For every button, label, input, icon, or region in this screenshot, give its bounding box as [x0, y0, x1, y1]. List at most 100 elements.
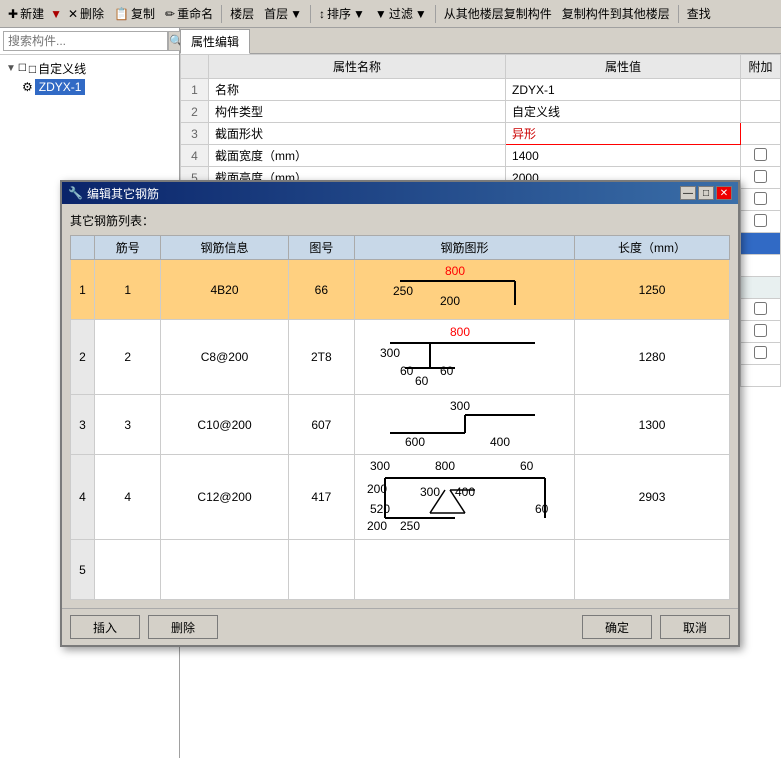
dialog-title-area: 🔧 编辑其它钢筋: [68, 185, 159, 202]
copy-button[interactable]: 📋 复制: [110, 3, 159, 24]
svg-text:60: 60: [415, 374, 429, 388]
row-attach[interactable]: [741, 189, 781, 211]
dialog-footer-right: 确定 取消: [582, 615, 730, 639]
find-button[interactable]: 查找: [683, 3, 715, 24]
rebar-table-row[interactable]: 33C10@200607 300 600 400 1300: [71, 395, 730, 455]
row-attach[interactable]: [741, 343, 781, 365]
row-attach: [741, 277, 781, 299]
row-num: 3: [181, 123, 209, 145]
insert-button[interactable]: 插入: [70, 615, 140, 639]
row-prop-name: 截面宽度（mm）: [209, 145, 506, 167]
row-attach[interactable]: [741, 211, 781, 233]
tree-node-zdyx1[interactable]: ⚙ ZDYX-1: [20, 78, 175, 96]
attach-checkbox[interactable]: [754, 192, 767, 205]
dialog-body: 其它钢筋列表： 筋号 钢筋信息 图号 钢筋图形 长度（mm） 114B2066 …: [62, 204, 738, 608]
row-prop-value: 1400: [506, 145, 741, 167]
dropdown-icon: ▼: [290, 7, 302, 21]
rebar-info[interactable]: 4B20: [161, 260, 288, 320]
attach-checkbox[interactable]: [754, 170, 767, 183]
svg-text:300: 300: [450, 399, 470, 413]
copy-from-floor-button[interactable]: 从其他楼层复制构件: [440, 3, 556, 24]
copy-icon: 📋: [114, 7, 129, 21]
delete-icon: ✕: [68, 7, 78, 21]
svg-text:200: 200: [440, 294, 460, 308]
tree-expand-icon: ▼: [6, 63, 16, 74]
search-input[interactable]: [3, 31, 168, 51]
main-toolbar: ✚ 新建 ▼ ✕ 删除 📋 复制 ✏ 重命名 楼层 首层 ▼ ↕ 排序 ▼ ▼ …: [0, 0, 781, 28]
sep2: [221, 5, 222, 23]
rebar-bar-no: 2: [95, 320, 161, 395]
rebar-table-row[interactable]: 44C12@200417 300 800 60 200 300 400 520 …: [71, 455, 730, 540]
row-attach[interactable]: [741, 321, 781, 343]
rebar-bar-no: 1: [95, 260, 161, 320]
delete-button-dlg[interactable]: 删除: [148, 615, 218, 639]
ok-button[interactable]: 确定: [582, 615, 652, 639]
rebar-shape-no: 2T8: [288, 320, 354, 395]
dialog-close-button[interactable]: ✕: [716, 186, 732, 200]
rebar-col-num: [71, 236, 95, 260]
row-attach[interactable]: [741, 167, 781, 189]
floor-button[interactable]: 楼层: [226, 3, 258, 24]
row-attach: [741, 255, 781, 277]
table-row: 3截面形状异形: [181, 123, 781, 145]
rebar-shape: 800 300 60 60 60: [355, 320, 575, 395]
filter-button[interactable]: ▼ 过滤 ▼: [371, 3, 431, 24]
rebar-col-length: 长度（mm）: [575, 236, 730, 260]
row-num: 4: [181, 145, 209, 167]
rebar-info[interactable]: C12@200: [161, 455, 288, 540]
dialog-minimize-button[interactable]: —: [680, 186, 696, 200]
rebar-table-row[interactable]: 22C8@2002T8 800 300 60 60 60 1280: [71, 320, 730, 395]
rebar-length: 2903: [575, 455, 730, 540]
rebar-row-num: 2: [71, 320, 95, 395]
rename-icon: ✏: [165, 7, 175, 21]
copy-to-floor-button[interactable]: 复制构件到其他楼层: [558, 3, 674, 24]
sort-icon: ↕: [319, 7, 325, 21]
dialog-maximize-button[interactable]: □: [698, 186, 714, 200]
rebar-length: 1280: [575, 320, 730, 395]
rebar-row-num: 5: [71, 540, 95, 600]
filter-dropdown-icon: ▼: [415, 7, 427, 21]
cancel-button[interactable]: 取消: [660, 615, 730, 639]
tree-leaf-icon: ⚙: [22, 80, 33, 94]
dialog-controls: — □ ✕: [680, 186, 732, 200]
table-row: 4截面宽度（mm）1400: [181, 145, 781, 167]
tree-root[interactable]: ▼ ☐ □ 自定义线: [4, 59, 175, 78]
sort-button[interactable]: ↕ 排序 ▼: [315, 3, 369, 24]
new-icon: ✚: [8, 7, 18, 21]
col-attach-header: 附加: [741, 55, 781, 79]
attach-checkbox[interactable]: [754, 346, 767, 359]
delete-button[interactable]: ✕ 删除: [64, 3, 108, 24]
rebar-info[interactable]: C8@200: [161, 320, 288, 395]
rename-button[interactable]: ✏ 重命名: [161, 3, 217, 24]
row-prop-value: 自定义线: [506, 101, 741, 123]
attach-checkbox[interactable]: [754, 148, 767, 161]
row-attach[interactable]: [741, 145, 781, 167]
rebar-info[interactable]: [161, 540, 288, 600]
rebar-list-label: 其它钢筋列表：: [70, 212, 730, 229]
first-floor-button[interactable]: 首层 ▼: [260, 3, 306, 24]
rebar-info[interactable]: C10@200: [161, 395, 288, 455]
svg-text:800: 800: [445, 264, 465, 278]
tab-property-edit[interactable]: 属性编辑: [180, 29, 250, 54]
rebar-shape: 300 600 400: [355, 395, 575, 455]
rebar-table-row[interactable]: 5: [71, 540, 730, 600]
row-attach: [741, 101, 781, 123]
attach-checkbox[interactable]: [754, 324, 767, 337]
attach-checkbox[interactable]: [754, 302, 767, 315]
row-attach[interactable]: [741, 299, 781, 321]
rebar-shape-no: 66: [288, 260, 354, 320]
dialog-title: 编辑其它钢筋: [87, 185, 159, 202]
svg-text:300: 300: [420, 485, 440, 499]
new-button[interactable]: ✚ 新建: [4, 3, 48, 24]
attach-checkbox[interactable]: [754, 214, 767, 227]
rebar-row-num: 3: [71, 395, 95, 455]
rebar-shape-no: 417: [288, 455, 354, 540]
rebar-table-row[interactable]: 114B2066 800 250 200 1250: [71, 260, 730, 320]
shape-svg-2: 800 300 60 60 60: [375, 323, 555, 388]
row-prop-value: 异形: [506, 123, 741, 145]
toolbar-sep-1: ▼: [50, 7, 62, 21]
tree-label-zdyx1[interactable]: ZDYX-1: [35, 79, 86, 95]
filter-icon: ▼: [375, 7, 387, 21]
table-row: 1名称ZDYX-1: [181, 79, 781, 101]
col-num-header: [181, 55, 209, 79]
